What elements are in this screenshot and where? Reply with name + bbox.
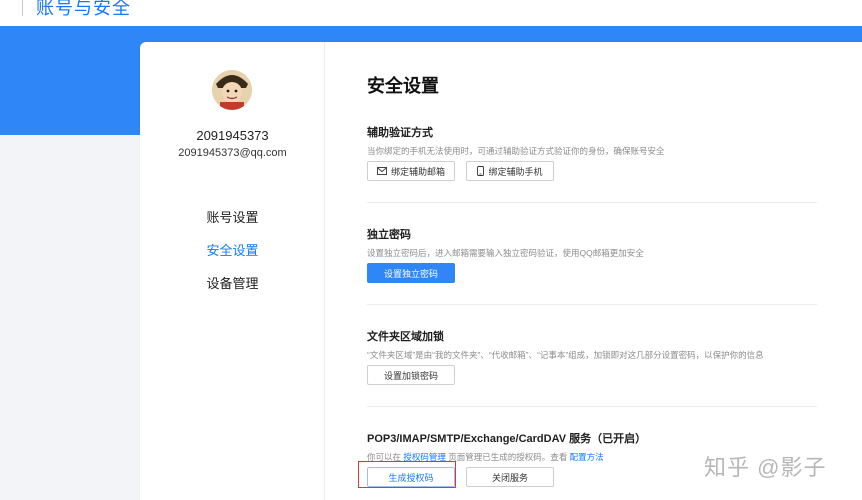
button-label: 绑定辅助邮箱 xyxy=(390,166,445,177)
avatar-image xyxy=(212,70,252,110)
section-auxiliary-verification: 辅助验证方式 当你绑定的手机无法使用时，可通过辅助验证方式验证你的身份，确保账号… xyxy=(367,124,817,157)
section-divider xyxy=(367,406,817,407)
user-email: 2091945373@qq.com xyxy=(178,147,287,159)
set-lock-password-button[interactable]: 设置加锁密码 xyxy=(367,365,455,385)
close-service-button[interactable]: 关闭服务 xyxy=(466,467,554,487)
section-independent-password: 独立密码 设置独立密码后，进入邮箱需要输入独立密码验证，使用QQ邮箱更加安全 xyxy=(367,226,817,259)
section-description: 设置独立密码后，进入邮箱需要输入独立密码验证，使用QQ邮箱更加安全 xyxy=(367,248,644,258)
nav-item-account-settings[interactable]: 账号设置 xyxy=(140,207,325,226)
bind-auxiliary-email-button[interactable]: 绑定辅助邮箱 xyxy=(367,161,455,181)
description-text: 页面管理已生成的授权码。查看 xyxy=(445,452,570,462)
watermark: 知乎 @影子 xyxy=(704,455,827,480)
button-label: 设置独立密码 xyxy=(383,268,438,279)
highlight-annotation-box xyxy=(358,461,456,488)
configuration-method-link[interactable]: 配置方法 xyxy=(570,452,604,462)
section-divider xyxy=(367,304,817,305)
profile-sidebar: 2091945373 2091945373@qq.com 账号设置 安全设置 设… xyxy=(140,42,325,500)
section-title: 文件夹区域加锁 xyxy=(367,331,444,343)
section-title: 辅助验证方式 xyxy=(367,127,433,139)
set-independent-password-button[interactable]: 设置独立密码 xyxy=(367,263,455,283)
user-id: 2091945373 xyxy=(196,128,269,143)
mail-icon xyxy=(377,167,387,175)
settings-card: 2091945373 2091945373@qq.com 账号设置 安全设置 设… xyxy=(140,42,862,500)
header-divider xyxy=(22,0,23,16)
section-description: 当你绑定的手机无法使用时，可通过辅助验证方式验证你的身份，确保账号安全 xyxy=(367,146,665,156)
section-folder-lock: 文件夹区域加锁 “文件夹区域”是由“我的文件夹”、“代收邮箱”、“记事本”组成，… xyxy=(367,328,817,361)
avatar xyxy=(212,70,252,110)
section-title: POP3/IMAP/SMTP/Exchange/CardDAV 服务（已开启） xyxy=(367,433,647,445)
nav-item-device-management[interactable]: 设备管理 xyxy=(140,273,325,292)
nav-item-security-settings[interactable]: 安全设置 xyxy=(140,240,325,259)
bind-auxiliary-phone-button[interactable]: 绑定辅助手机 xyxy=(466,161,554,181)
section-description: “文件夹区域”是由“我的文件夹”、“代收邮箱”、“记事本”组成，加锁即对这几部分… xyxy=(367,350,764,360)
button-label: 关闭服务 xyxy=(491,472,528,483)
page-title: 安全设置 xyxy=(367,76,439,96)
button-label: 绑定辅助手机 xyxy=(488,166,543,177)
page-header-title: 账号与安全 xyxy=(36,0,131,18)
section-divider xyxy=(367,202,817,203)
top-bar: 账号与安全 xyxy=(0,0,862,26)
button-label: 设置加锁密码 xyxy=(383,370,438,381)
section-title: 独立密码 xyxy=(367,229,411,241)
phone-icon xyxy=(477,166,485,176)
